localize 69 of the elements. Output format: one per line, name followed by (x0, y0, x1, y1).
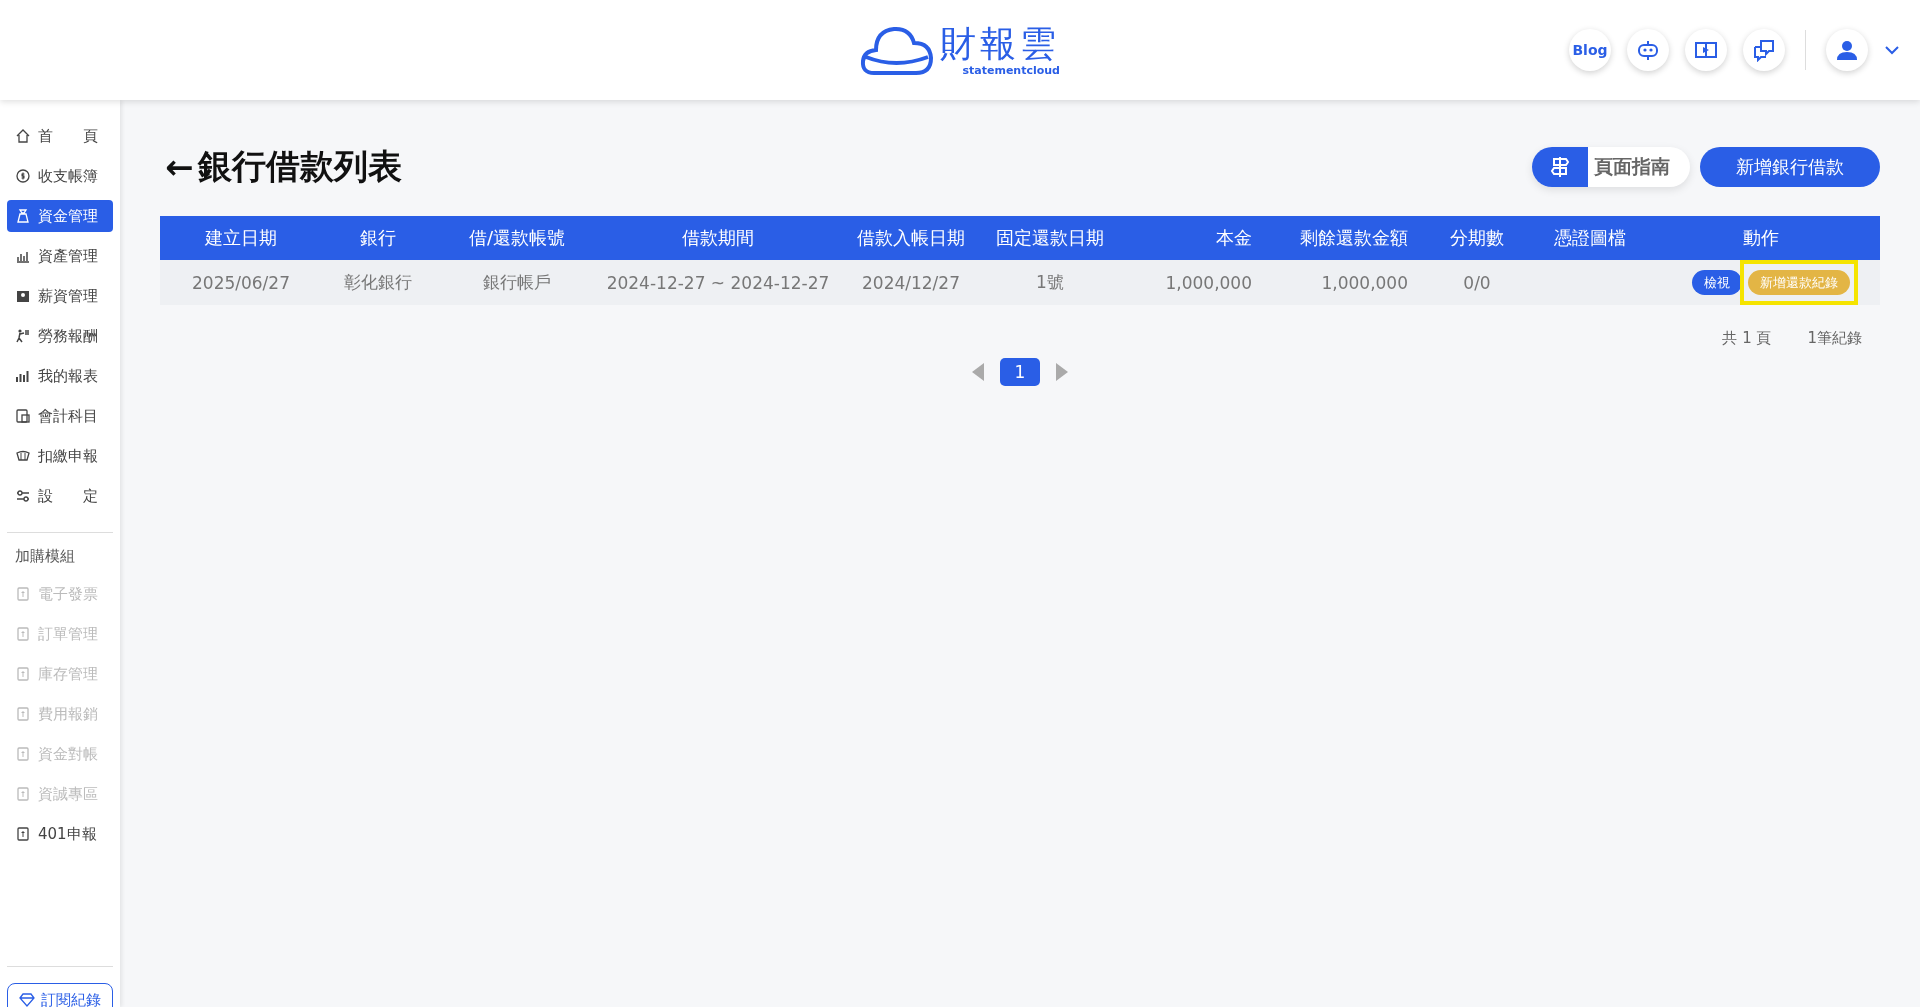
sidebar-item[interactable]: 扣繳申報 (7, 440, 113, 472)
table-cell: 2024-12-27 ~ 2024-12-27 (606, 272, 830, 293)
sidebar-item[interactable]: 首 頁 (7, 120, 113, 152)
home-icon (15, 128, 31, 144)
coin-icon (15, 168, 31, 184)
document-icon (15, 586, 31, 602)
column-header: 剩餘還款金額 (1299, 226, 1409, 250)
sidebar-item[interactable]: 會計科目 (7, 400, 113, 432)
document-icon (15, 408, 31, 424)
sidebar-item[interactable]: 收支帳簿 (7, 160, 113, 192)
table-cell: 1,000,000 (1165, 272, 1252, 293)
table-cell: 1號 (1036, 272, 1064, 292)
addon-item[interactable]: 401申報 (7, 818, 113, 850)
basket-icon (15, 448, 31, 464)
sidebar-item[interactable]: 我的報表 (7, 360, 113, 392)
add-loan-button[interactable]: 新增銀行借款 (1700, 147, 1880, 187)
sidebar-item[interactable]: 勞務報酬 (7, 320, 113, 352)
column-header: 銀行 (359, 226, 397, 250)
blog-button[interactable]: Blog (1569, 29, 1611, 71)
settings-icon (15, 488, 31, 504)
column-header: 借/還款帳號 (467, 226, 567, 250)
user-icon (1835, 38, 1859, 62)
column-header: 固定還款日期 (995, 226, 1105, 250)
page-title: 銀行借款列表 (197, 145, 402, 188)
page-guide-button[interactable]: 頁面指南 (1532, 147, 1690, 187)
diamond-icon (19, 993, 35, 1007)
document-icon (15, 706, 31, 722)
view-button[interactable]: 檢視 (1692, 270, 1742, 295)
user-avatar-button[interactable] (1826, 29, 1868, 71)
table-cell: 1,000,000 (1321, 272, 1408, 293)
page-button[interactable]: 1 (1000, 358, 1040, 386)
sidebar-item[interactable]: 資產管理 (7, 240, 113, 272)
robot-icon (1636, 38, 1660, 62)
column-header: 分期數 (1449, 226, 1505, 250)
table-cell: 2025/06/27 (192, 272, 290, 293)
document-icon (15, 826, 31, 842)
column-header: 憑證圖檔 (1553, 226, 1627, 250)
video-book-button[interactable] (1685, 29, 1727, 71)
subscription-button[interactable]: 訂閱紀錄 (7, 983, 113, 1007)
person-icon (15, 328, 31, 344)
signpost-icon (1549, 156, 1571, 178)
chart-icon (15, 368, 31, 384)
document-icon (15, 626, 31, 642)
addon-heading: 加購模組 (14, 546, 76, 567)
table-cell: 2024/12/27 (862, 272, 960, 293)
column-header: 借款期間 (681, 226, 755, 250)
table-cell: 彰化銀行 (344, 272, 412, 292)
page-count: 共 1 頁 (1722, 329, 1772, 348)
document-icon (15, 746, 31, 762)
column-header: 動作 (1742, 226, 1780, 250)
column-header: 本金 (1215, 226, 1253, 250)
sidebar-item[interactable]: 薪資管理 (7, 280, 113, 312)
sidebar-item[interactable]: 設 定 (7, 480, 113, 512)
document-icon (15, 786, 31, 802)
document-icon (15, 666, 31, 682)
column-header: 建立日期 (204, 226, 278, 250)
column-header: 借款入帳日期 (856, 226, 966, 250)
record-count: 1筆紀錄 (1807, 329, 1862, 348)
money-bag-icon (15, 208, 31, 224)
back-arrow[interactable]: ← (165, 147, 194, 187)
chevron-down-icon[interactable] (1884, 45, 1900, 55)
logo-title: 財報雲 (940, 23, 1060, 64)
chat-bubble-icon (1752, 38, 1776, 62)
table-cell: 0/0 (1463, 272, 1491, 293)
logo-subtitle: statementcloud (962, 63, 1060, 77)
help-chat-button[interactable] (1743, 29, 1785, 71)
table-cell: 銀行帳戶 (483, 272, 551, 292)
robot-button[interactable] (1627, 29, 1669, 71)
sidebar-item[interactable]: 資金管理 (7, 200, 113, 232)
